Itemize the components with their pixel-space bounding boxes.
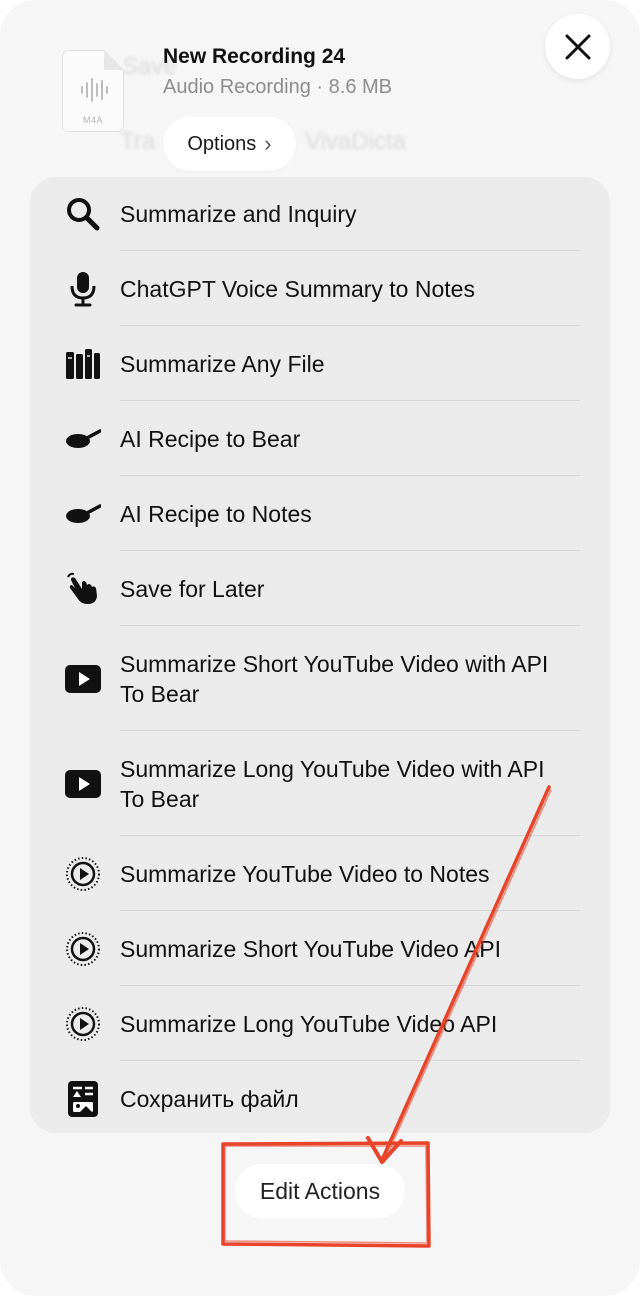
action-summarize-long-youtube-bear[interactable]: Summarize Long YouTube Video with API To… bbox=[30, 731, 610, 836]
action-chatgpt-voice-summary[interactable]: ChatGPT Voice Summary to Notes bbox=[30, 251, 610, 326]
action-ai-recipe-to-notes[interactable]: AI Recipe to Notes bbox=[30, 476, 610, 551]
action-ai-recipe-to-bear[interactable]: AI Recipe to Bear bbox=[30, 401, 610, 476]
action-save-file[interactable]: Сохранить файл bbox=[30, 1061, 610, 1133]
play-circle-dotted-icon bbox=[64, 855, 102, 893]
sheet-header: M4A New Recording 24 Audio Recording · 8… bbox=[0, 0, 640, 175]
edit-actions-label: Edit Actions bbox=[259, 1177, 381, 1204]
waveform-icon bbox=[81, 78, 108, 102]
youtube-play-icon bbox=[64, 765, 102, 803]
chevron-right-icon: › bbox=[264, 131, 272, 156]
action-label: Summarize Any File bbox=[120, 350, 325, 377]
actions-list: Summarize and Inquiry ChatGPT Voice Summ… bbox=[30, 177, 610, 1133]
share-sheet: Tra VivaDicta Save M4A New Recording 24 … bbox=[0, 0, 640, 1296]
file-name: New Recording 24 bbox=[163, 45, 346, 68]
youtube-play-icon bbox=[64, 660, 102, 698]
play-circle-dotted-icon bbox=[64, 930, 102, 968]
play-circle-dotted-icon bbox=[64, 1005, 102, 1043]
action-summarize-and-inquiry[interactable]: Summarize and Inquiry bbox=[30, 177, 610, 251]
close-button[interactable] bbox=[545, 14, 610, 79]
options-button[interactable]: Options › bbox=[163, 117, 296, 171]
action-label: AI Recipe to Notes bbox=[120, 500, 312, 527]
action-label: ChatGPT Voice Summary to Notes bbox=[120, 275, 475, 302]
action-label: AI Recipe to Bear bbox=[120, 425, 301, 452]
books-icon bbox=[64, 345, 102, 383]
document-text-image-icon bbox=[64, 1080, 102, 1118]
file-details: Audio Recording · 8.6 MB bbox=[163, 76, 393, 98]
action-label: Сохранить файл bbox=[120, 1085, 299, 1112]
action-summarize-short-youtube-bear[interactable]: Summarize Short YouTube Video with API T… bbox=[30, 626, 610, 731]
action-save-for-later[interactable]: Save for Later bbox=[30, 551, 610, 626]
action-label: Summarize and Inquiry bbox=[120, 201, 357, 227]
magnifier-icon bbox=[64, 195, 102, 233]
action-summarize-long-youtube-api[interactable]: Summarize Long YouTube Video API bbox=[30, 986, 610, 1061]
action-label: Save for Later bbox=[120, 575, 265, 602]
close-icon bbox=[565, 34, 590, 59]
action-summarize-short-youtube-api[interactable]: Summarize Short YouTube Video API bbox=[30, 911, 610, 986]
action-summarize-youtube-notes[interactable]: Summarize YouTube Video to Notes bbox=[30, 836, 610, 911]
frying-pan-icon bbox=[64, 495, 102, 533]
action-label: Summarize Short YouTube Video with API T… bbox=[120, 650, 549, 707]
file-thumbnail: M4A bbox=[62, 50, 124, 132]
action-label: Summarize Long YouTube Video with API To… bbox=[120, 755, 545, 812]
file-extension: M4A bbox=[82, 115, 103, 125]
action-summarize-any-file[interactable]: Summarize Any File bbox=[30, 326, 610, 401]
hand-tap-icon bbox=[64, 570, 102, 608]
frying-pan-icon bbox=[64, 420, 102, 458]
action-label: Summarize Long YouTube Video API bbox=[120, 1010, 498, 1037]
action-label: Summarize Short YouTube Video API bbox=[120, 935, 502, 962]
options-label: Options bbox=[187, 132, 257, 155]
microphone-icon bbox=[64, 270, 102, 308]
edit-actions-button[interactable]: Edit Actions bbox=[235, 1164, 405, 1218]
action-label: Summarize YouTube Video to Notes bbox=[120, 860, 490, 887]
